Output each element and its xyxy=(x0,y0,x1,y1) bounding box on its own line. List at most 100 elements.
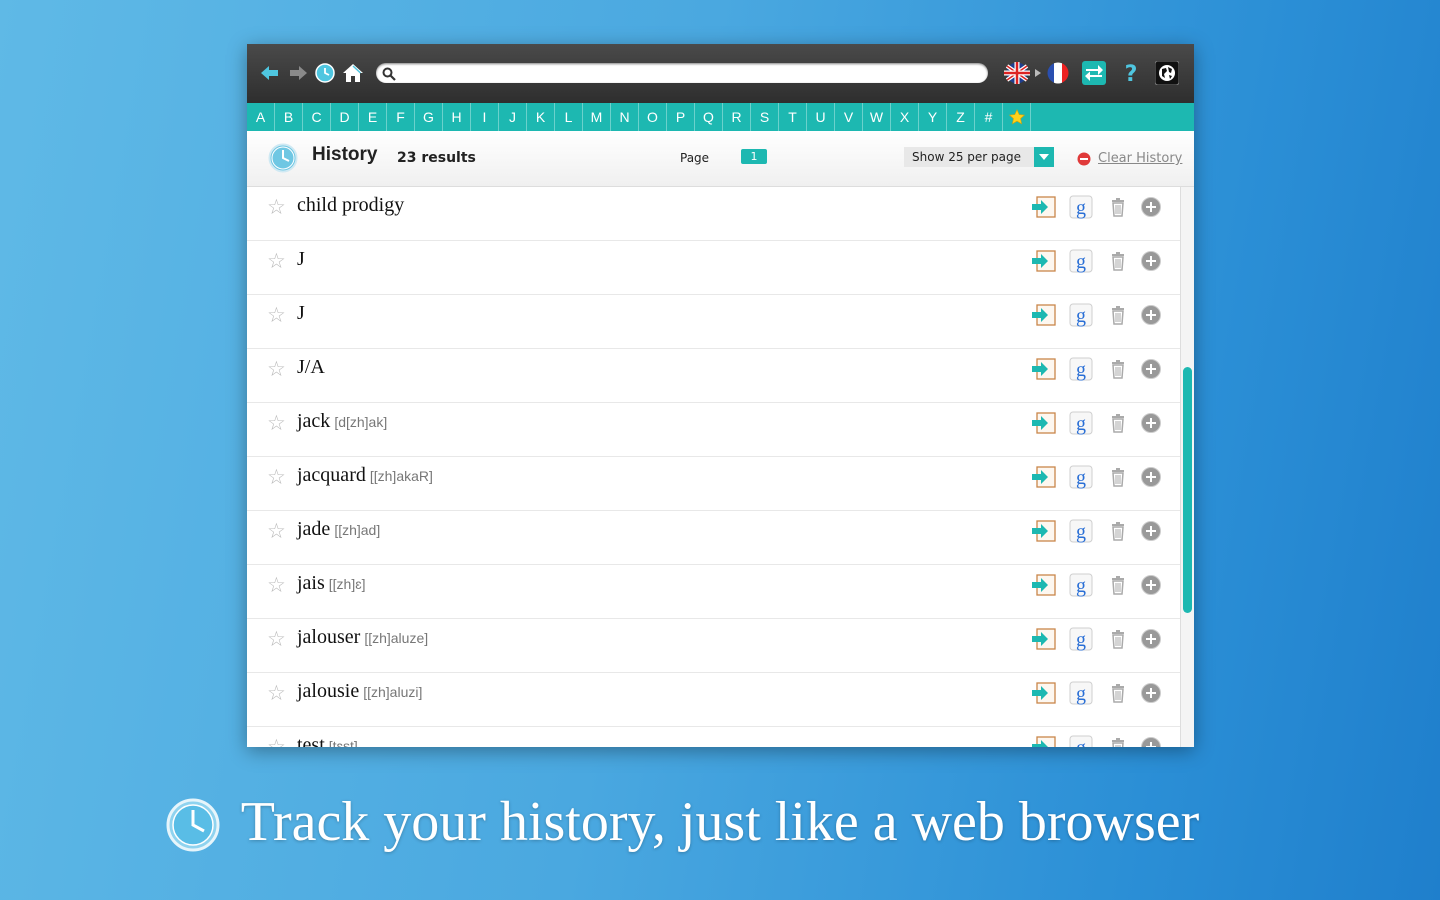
history-row[interactable]: ☆ test[tɛst] g xyxy=(247,727,1180,747)
dropdown-arrow-icon[interactable] xyxy=(1034,147,1054,167)
forward-icon[interactable] xyxy=(287,62,309,84)
letter-o[interactable]: O xyxy=(639,103,667,131)
letter-c[interactable]: C xyxy=(303,103,331,131)
google-search-icon[interactable]: g xyxy=(1068,194,1094,220)
per-page-select[interactable]: Show 25 per page xyxy=(904,147,1054,167)
add-icon[interactable] xyxy=(1138,410,1164,436)
history-row[interactable]: ☆ jalousie [[zh]aluzi] g xyxy=(247,673,1180,727)
history-icon[interactable] xyxy=(314,62,336,84)
letter-s[interactable]: S xyxy=(751,103,779,131)
letter-z[interactable]: Z xyxy=(947,103,975,131)
letter-h[interactable]: H xyxy=(443,103,471,131)
letter-v[interactable]: V xyxy=(835,103,863,131)
letter-u[interactable]: U xyxy=(807,103,835,131)
favorite-star-icon[interactable]: ☆ xyxy=(267,627,286,651)
letter-b[interactable]: B xyxy=(275,103,303,131)
add-icon[interactable] xyxy=(1138,464,1164,490)
letter-n[interactable]: N xyxy=(611,103,639,131)
open-entry-icon[interactable] xyxy=(1031,626,1057,652)
favorite-star-icon[interactable]: ☆ xyxy=(267,735,286,747)
history-entry-word[interactable]: jais [[zh]ɛ] xyxy=(297,572,366,595)
history-row[interactable]: ☆ J/A g xyxy=(247,349,1180,403)
history-entry-word[interactable]: jalouser [[zh]aluze] xyxy=(297,626,428,649)
history-entry-word[interactable]: test [tɛst] xyxy=(297,734,358,747)
google-search-icon[interactable]: g xyxy=(1068,626,1094,652)
history-row[interactable]: ☆ child prodigy g xyxy=(247,187,1180,241)
scrollbar[interactable] xyxy=(1180,187,1194,747)
add-icon[interactable] xyxy=(1138,356,1164,382)
letter-m[interactable]: M xyxy=(583,103,611,131)
help-icon[interactable]: ? xyxy=(1119,62,1143,85)
open-entry-icon[interactable] xyxy=(1031,302,1057,328)
letter-x[interactable]: X xyxy=(891,103,919,131)
history-entry-word[interactable]: jack [d[zh]ak] xyxy=(297,410,387,433)
open-entry-icon[interactable] xyxy=(1031,410,1057,436)
history-entry-word[interactable]: J/A xyxy=(297,356,329,379)
add-icon[interactable] xyxy=(1138,572,1164,598)
history-row[interactable]: ☆ jacquard [[zh]akaR] g xyxy=(247,457,1180,511)
history-entry-word[interactable]: jacquard [[zh]akaR] xyxy=(297,464,433,487)
add-icon[interactable] xyxy=(1138,248,1164,274)
google-search-icon[interactable]: g xyxy=(1068,734,1094,747)
trash-icon[interactable] xyxy=(1105,302,1131,328)
open-entry-icon[interactable] xyxy=(1031,680,1057,706)
letter-g[interactable]: G xyxy=(415,103,443,131)
trash-icon[interactable] xyxy=(1105,518,1131,544)
history-entry-word[interactable]: J xyxy=(297,302,309,325)
open-entry-icon[interactable] xyxy=(1031,464,1057,490)
letter-q[interactable]: Q xyxy=(695,103,723,131)
add-icon[interactable] xyxy=(1138,626,1164,652)
back-icon[interactable] xyxy=(259,62,281,84)
letter-d[interactable]: D xyxy=(331,103,359,131)
favorite-star-icon[interactable]: ☆ xyxy=(267,357,286,381)
letter-l[interactable]: L xyxy=(555,103,583,131)
trash-icon[interactable] xyxy=(1105,734,1131,747)
favorites-star-icon[interactable] xyxy=(1003,103,1031,131)
history-entry-word[interactable]: child prodigy xyxy=(297,194,408,217)
open-entry-icon[interactable] xyxy=(1031,734,1057,747)
letter-y[interactable]: Y xyxy=(919,103,947,131)
history-row[interactable]: ☆ jalouser [[zh]aluze] g xyxy=(247,619,1180,673)
letter-k[interactable]: K xyxy=(527,103,555,131)
page-number-button[interactable]: 1 xyxy=(741,149,767,164)
trash-icon[interactable] xyxy=(1105,626,1131,652)
french-flag-icon[interactable] xyxy=(1044,62,1072,84)
favorite-star-icon[interactable]: ☆ xyxy=(267,681,286,705)
add-icon[interactable] xyxy=(1138,194,1164,220)
open-entry-icon[interactable] xyxy=(1031,248,1057,274)
google-search-icon[interactable]: g xyxy=(1068,248,1094,274)
trash-icon[interactable] xyxy=(1105,572,1131,598)
letter-f[interactable]: F xyxy=(387,103,415,131)
home-icon[interactable] xyxy=(342,62,364,84)
letter-t[interactable]: T xyxy=(779,103,807,131)
letter-w[interactable]: W xyxy=(863,103,891,131)
favorite-star-icon[interactable]: ☆ xyxy=(267,249,286,273)
open-entry-icon[interactable] xyxy=(1031,194,1057,220)
letter-r[interactable]: R xyxy=(723,103,751,131)
open-entry-icon[interactable] xyxy=(1031,572,1057,598)
google-search-icon[interactable]: g xyxy=(1068,464,1094,490)
letter-j[interactable]: J xyxy=(499,103,527,131)
history-row[interactable]: ☆ jais [[zh]ɛ] g xyxy=(247,565,1180,619)
history-entry-word[interactable]: jalousie [[zh]aluzi] xyxy=(297,680,422,703)
trash-icon[interactable] xyxy=(1105,248,1131,274)
history-row[interactable]: ☆ Jg xyxy=(247,241,1180,295)
history-row[interactable]: ☆ Jg xyxy=(247,295,1180,349)
open-entry-icon[interactable] xyxy=(1031,356,1057,382)
add-icon[interactable] xyxy=(1138,518,1164,544)
trash-icon[interactable] xyxy=(1105,464,1131,490)
history-row[interactable]: ☆ jade [[zh]ad] g xyxy=(247,511,1180,565)
history-row[interactable]: ☆ jack [d[zh]ak] g xyxy=(247,403,1180,457)
add-icon[interactable] xyxy=(1138,302,1164,328)
letter-a[interactable]: A xyxy=(247,103,275,131)
letter-e[interactable]: E xyxy=(359,103,387,131)
google-search-icon[interactable]: g xyxy=(1068,302,1094,328)
open-entry-icon[interactable] xyxy=(1031,518,1057,544)
google-search-icon[interactable]: g xyxy=(1068,680,1094,706)
search-input[interactable] xyxy=(402,63,976,86)
favorite-star-icon[interactable]: ☆ xyxy=(267,303,286,327)
trash-icon[interactable] xyxy=(1105,194,1131,220)
google-search-icon[interactable]: g xyxy=(1068,518,1094,544)
swap-languages-icon[interactable] xyxy=(1081,61,1107,85)
trash-icon[interactable] xyxy=(1105,410,1131,436)
